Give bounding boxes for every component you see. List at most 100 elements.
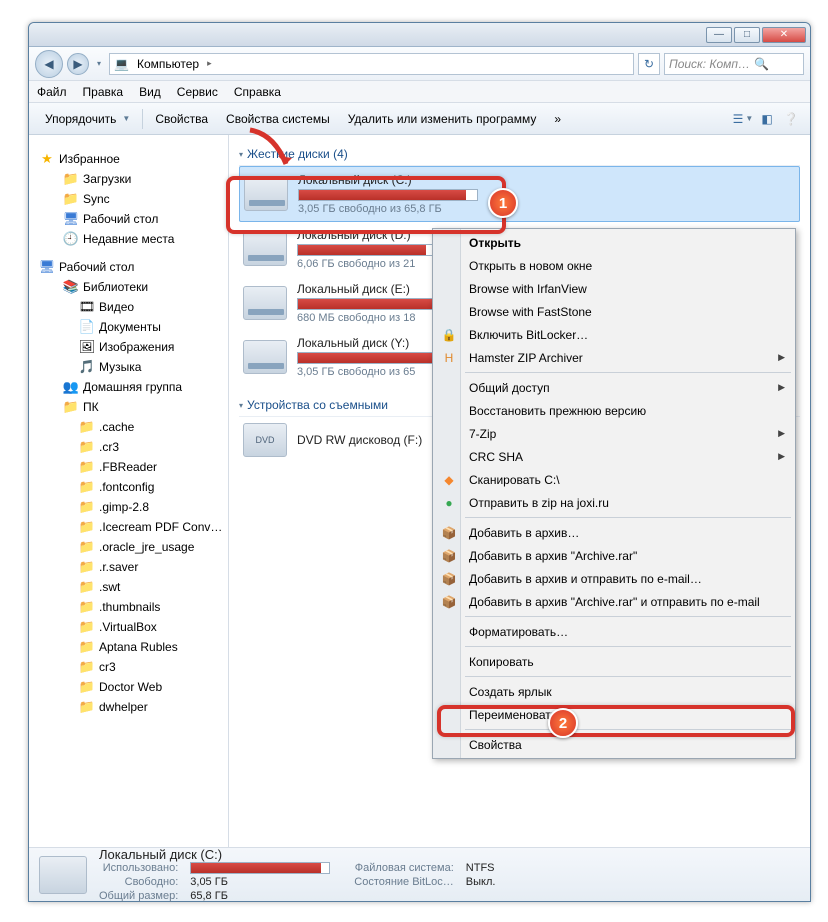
address-bar[interactable]: 💻 Компьютер ▸ (109, 53, 634, 75)
ctx-joxi[interactable]: ●Отправить в zip на joxi.ru (435, 491, 793, 514)
preview-pane-button[interactable]: ◧ (756, 108, 778, 130)
sidebar-pcfolder[interactable]: 📁.cache (29, 417, 228, 437)
ctx-add-mail[interactable]: 📦Добавить в архив и отправить по e-mail… (435, 567, 793, 590)
computer-icon: 💻 (114, 57, 129, 71)
dvd-icon: DVD (243, 423, 287, 457)
nav-history-dropdown[interactable]: ▾ (93, 53, 105, 75)
sidebar-pcfolder[interactable]: 📁.VirtualBox (29, 617, 228, 637)
system-properties-button[interactable]: Свойства системы (218, 108, 338, 130)
ctx-add-archive[interactable]: 📦Добавить в архив… (435, 521, 793, 544)
folder-icon: 📁 (79, 639, 95, 655)
ctx-share[interactable]: Общий доступ▶ (435, 376, 793, 399)
folder-icon: 📁 (79, 439, 95, 455)
submenu-arrow-icon: ▶ (778, 382, 785, 393)
winrar-icon: 📦 (441, 525, 457, 541)
sidebar-pcfolder[interactable]: 📁.gimp-2.8 (29, 497, 228, 517)
refresh-button[interactable]: ↻ (638, 53, 660, 75)
ctx-open[interactable]: Открыть (435, 231, 793, 254)
folder-icon: 📁 (79, 419, 95, 435)
breadcrumb[interactable]: Компьютер (133, 57, 203, 71)
ctx-properties[interactable]: Свойства (435, 733, 793, 756)
sidebar-item-recent[interactable]: 🕘Недавние места (29, 229, 228, 249)
user-folder-icon: 📁 (63, 399, 79, 415)
desktop-icon: 🖥 (39, 259, 55, 275)
sidebar-pcfolder[interactable]: 📁dwhelper (29, 697, 228, 717)
ctx-bitlocker[interactable]: 🔒Включить BitLocker… (435, 323, 793, 346)
sidebar-pcfolder[interactable]: 📁.cr3 (29, 437, 228, 457)
sidebar-item-sync[interactable]: 📁Sync (29, 189, 228, 209)
libraries-icon: 📚 (63, 279, 79, 295)
sidebar-favorites[interactable]: ★Избранное (29, 149, 228, 169)
status-drive-icon (39, 856, 87, 894)
menu-help[interactable]: Справка (234, 85, 281, 99)
sidebar-item-downloads[interactable]: 📁Загрузки (29, 169, 228, 189)
drive-icon (243, 340, 287, 374)
sidebar-item-homegroup[interactable]: 👥Домашняя группа (29, 377, 228, 397)
sidebar-desktop[interactable]: 🖥Рабочий стол (29, 257, 228, 277)
help-button[interactable]: ❔ (780, 108, 802, 130)
ctx-add-rar[interactable]: 📦Добавить в архив "Archive.rar" (435, 544, 793, 567)
winrar-icon: 📦 (441, 548, 457, 564)
ctx-copy[interactable]: Копировать (435, 650, 793, 673)
toolbar-overflow[interactable]: » (546, 108, 569, 130)
ctx-open-new-window[interactable]: Открыть в новом окне (435, 254, 793, 277)
usage-bar (298, 189, 478, 201)
sidebar-item-pictures[interactable]: 🖼Изображения (29, 337, 228, 357)
remove-programs-button[interactable]: Удалить или изменить программу (340, 108, 545, 130)
homegroup-icon: 👥 (63, 379, 79, 395)
menu-file[interactable]: Файл (37, 85, 67, 99)
sidebar-pcfolder[interactable]: 📁.fontconfig (29, 477, 228, 497)
menu-service[interactable]: Сервис (177, 85, 218, 99)
menubar: Файл Правка Вид Сервис Справка (29, 81, 810, 103)
organize-button[interactable]: Упорядочить▼ (37, 108, 138, 130)
sidebar-pcfolder[interactable]: 📁cr3 (29, 657, 228, 677)
search-input[interactable]: Поиск: Комп… 🔍 (664, 53, 804, 75)
nav-forward-button[interactable]: ▶ (67, 53, 89, 75)
sidebar-pcfolder[interactable]: 📁.FBReader (29, 457, 228, 477)
properties-button[interactable]: Свойства (147, 108, 216, 130)
folder-icon: 📁 (79, 539, 95, 555)
sidebar-item-documents[interactable]: 📄Документы (29, 317, 228, 337)
chevron-right-icon[interactable]: ▸ (207, 58, 212, 69)
ctx-add-rar-mail[interactable]: 📦Добавить в архив "Archive.rar" и отправ… (435, 590, 793, 613)
ctx-irfanview[interactable]: Browse with IrfanView (435, 277, 793, 300)
sidebar-pcfolder[interactable]: 📁.oracle_jre_usage (29, 537, 228, 557)
ctx-shortcut[interactable]: Создать ярлык (435, 680, 793, 703)
menu-edit[interactable]: Правка (83, 85, 124, 99)
ctx-faststone[interactable]: Browse with FastStone (435, 300, 793, 323)
ctx-rename[interactable]: Переименовать (435, 703, 793, 726)
sidebar-item-pc[interactable]: 📁ПК (29, 397, 228, 417)
ctx-hamster[interactable]: HHamster ZIP Archiver▶ (435, 346, 793, 369)
sidebar-pcfolder[interactable]: 📁Aptana Rubles (29, 637, 228, 657)
menu-view[interactable]: Вид (139, 85, 161, 99)
minimize-button[interactable]: — (706, 27, 732, 43)
sidebar-item-video[interactable]: 🎞Видео (29, 297, 228, 317)
ctx-format[interactable]: Форматировать… (435, 620, 793, 643)
nav-back-button[interactable]: ◀ (35, 50, 63, 78)
sidebar-item-libraries[interactable]: 📚Библиотеки (29, 277, 228, 297)
sidebar-pcfolder[interactable]: 📁Doctor Web (29, 677, 228, 697)
group-hdd[interactable]: ▾Жесткие диски (4) (239, 143, 800, 166)
search-icon: 🔍 (754, 57, 769, 71)
ctx-scan[interactable]: ◆Сканировать C:\ (435, 468, 793, 491)
annotation-badge-2: 2 (548, 708, 578, 738)
view-mode-button[interactable]: ☰▼ (732, 108, 754, 130)
drive-c[interactable]: Локальный диск (C:) 3,05 ГБ свободно из … (239, 166, 800, 222)
ctx-restore[interactable]: Восстановить прежнюю версию (435, 399, 793, 422)
submenu-arrow-icon: ▶ (778, 428, 785, 439)
status-free-value: 3,05 ГБ (190, 876, 330, 888)
close-button[interactable]: ✕ (762, 27, 806, 43)
drive-icon (243, 286, 287, 320)
winrar-icon: 📦 (441, 594, 457, 610)
search-placeholder: Поиск: Комп… (669, 57, 750, 71)
ctx-crc[interactable]: CRC SHA▶ (435, 445, 793, 468)
sidebar-pcfolder[interactable]: 📁.swt (29, 577, 228, 597)
drive-name: Локальный диск (C:) (298, 173, 795, 187)
sidebar-pcfolder[interactable]: 📁.thumbnails (29, 597, 228, 617)
sidebar-item-music[interactable]: 🎵Музыка (29, 357, 228, 377)
maximize-button[interactable]: □ (734, 27, 760, 43)
sidebar-item-desktop[interactable]: 🖥Рабочий стол (29, 209, 228, 229)
ctx-7zip[interactable]: 7-Zip▶ (435, 422, 793, 445)
sidebar-pcfolder[interactable]: 📁.Icecream PDF Conv… (29, 517, 228, 537)
sidebar-pcfolder[interactable]: 📁.r.saver (29, 557, 228, 577)
